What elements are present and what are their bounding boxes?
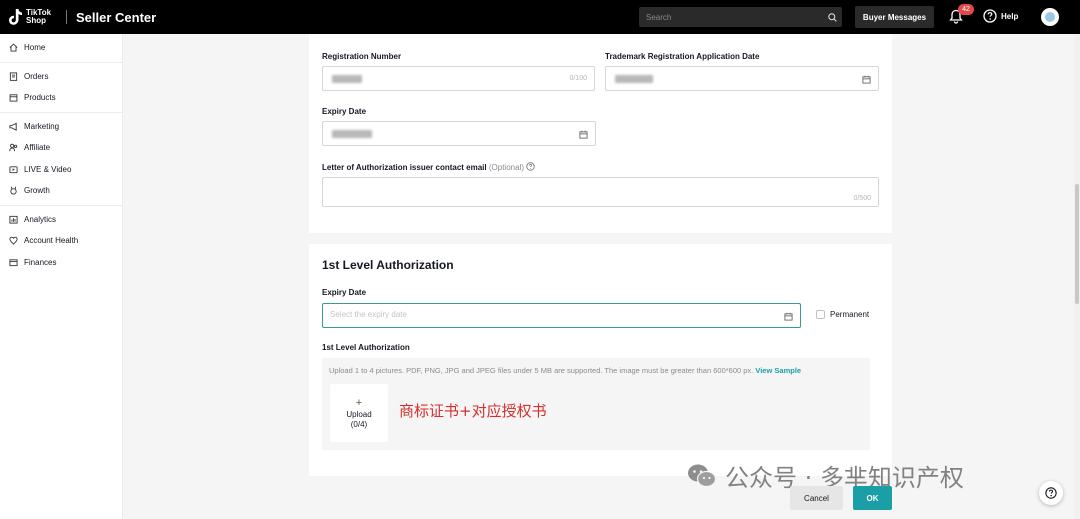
tiktok-shop-logo[interactable]: TikTok Shop: [9, 9, 60, 25]
health-icon: [9, 236, 18, 245]
calendar-icon: [784, 312, 793, 321]
notification-badge: 42: [958, 4, 974, 15]
redacted-value: [332, 74, 362, 83]
sidebar-group: Home: [0, 34, 122, 63]
help-fab[interactable]: [1039, 481, 1063, 505]
sidebar-item-home[interactable]: Home: [0, 37, 122, 59]
info-question-icon[interactable]: [526, 162, 535, 171]
sidebar-item-analytics[interactable]: Analytics: [0, 209, 122, 231]
affiliate-icon: [9, 144, 18, 152]
checkbox-box[interactable]: [816, 310, 825, 319]
auth-expiry-date-input[interactable]: [330, 310, 750, 319]
avatar[interactable]: [1041, 8, 1059, 26]
home-icon: [9, 43, 18, 52]
calendar-icon: [862, 75, 871, 84]
top-bar: TikTok Shop Seller Center Buyer Messages…: [0, 0, 1080, 34]
plus-icon: +: [355, 396, 363, 409]
video-icon: [9, 166, 18, 173]
loa-email-label: Letter of Authorization issuer contact e…: [322, 162, 535, 172]
search-box: [639, 7, 842, 27]
sidebar-item-orders[interactable]: Orders: [0, 66, 122, 88]
auth-expiry-date-label: Expiry Date: [322, 288, 367, 297]
sidebar-item-account-health[interactable]: Account Health: [0, 230, 122, 252]
avatar-image: [1045, 12, 1055, 22]
upload-section-label: 1st Level Authorization: [322, 343, 410, 352]
registration-number-label: Registration Number: [322, 52, 402, 61]
wallet-icon: [9, 259, 18, 266]
buyer-messages-button[interactable]: Buyer Messages: [855, 6, 934, 28]
auth-expiry-date-picker[interactable]: [322, 303, 801, 328]
help-button[interactable]: Help: [983, 9, 1018, 23]
logo-text: TikTok Shop: [26, 8, 52, 25]
sidebar-item-live-video[interactable]: LIVE & Video: [0, 159, 122, 181]
application-date-picker[interactable]: [605, 66, 879, 91]
redacted-value: [332, 129, 372, 138]
redacted-value: [615, 74, 653, 83]
upload-label: Upload: [346, 409, 372, 419]
upload-hint: Upload 1 to 4 pictures. PDF, PNG, JPG an…: [329, 366, 801, 375]
scroll-thumb[interactable]: [1075, 184, 1079, 304]
loa-email-label-text: Letter of Authorization issuer contact e…: [322, 163, 487, 172]
scrollbar[interactable]: [1074, 34, 1080, 519]
sidebar-item-label: Marketing: [24, 121, 60, 131]
registration-number-input[interactable]: 0/100: [322, 66, 595, 91]
sidebar-item-label: Home: [24, 43, 46, 53]
sidebar-group: Analytics Account Health Finances: [0, 206, 122, 277]
upload-count: (0/4): [350, 419, 368, 429]
registration-number-counter: 0/100: [569, 75, 587, 82]
permanent-label: Permanent: [830, 310, 870, 319]
upload-button[interactable]: + Upload (0/4): [330, 384, 388, 442]
loa-email-textarea[interactable]: 0/500: [322, 177, 879, 207]
ok-button[interactable]: OK: [853, 486, 892, 510]
tiktok-logo-icon: [9, 9, 23, 25]
search-icon[interactable]: [822, 7, 842, 27]
expiry-date-picker[interactable]: [322, 121, 596, 146]
sidebar: Home Orders Products Marketing Affiliate…: [0, 34, 123, 519]
sidebar-group: Marketing Affiliate LIVE & Video Growth: [0, 113, 122, 206]
optional-tag: (Optional): [488, 163, 524, 172]
help-label: Help: [1001, 11, 1019, 21]
watermark-text: 公众号 · 多芈知识产权: [725, 464, 964, 492]
cancel-button[interactable]: Cancel: [790, 486, 843, 510]
help-circle-icon: [1045, 487, 1057, 499]
expiry-date-label: Expiry Date: [322, 107, 367, 116]
sidebar-item-label: Orders: [24, 71, 49, 81]
app-title: Seller Center: [76, 9, 157, 25]
chart-icon: [9, 215, 18, 224]
sidebar-item-label: Account Health: [24, 236, 79, 246]
sidebar-item-marketing[interactable]: Marketing: [0, 116, 122, 138]
upload-hint-text: Upload 1 to 4 pictures. PDF, PNG, JPG an…: [329, 366, 754, 375]
sidebar-item-label: Analytics: [24, 214, 57, 224]
permanent-checkbox[interactable]: Permanent: [816, 310, 869, 319]
sidebar-item-affiliate[interactable]: Affiliate: [0, 137, 122, 159]
sidebar-item-growth[interactable]: Growth: [0, 180, 122, 202]
medal-icon: [10, 186, 17, 195]
calendar-icon: [579, 130, 588, 139]
sidebar-item-label: LIVE & Video: [24, 164, 72, 174]
search-input[interactable]: [639, 12, 822, 22]
sidebar-item-label: Finances: [24, 257, 57, 267]
sidebar-item-finances[interactable]: Finances: [0, 252, 122, 274]
sidebar-item-products[interactable]: Products: [0, 87, 122, 109]
wechat-icon: [688, 464, 717, 487]
view-sample-link[interactable]: View Sample: [755, 366, 801, 375]
authorization-card: 1st Level Authorization Expiry Date Perm…: [309, 244, 892, 476]
logo-divider: [66, 10, 67, 24]
help-circle-icon: [983, 9, 997, 23]
megaphone-icon: [9, 122, 17, 131]
sidebar-group: Orders Products: [0, 63, 122, 113]
sidebar-item-label: Affiliate: [24, 143, 51, 153]
sidebar-item-label: Growth: [24, 186, 50, 196]
application-date-label: Trademark Registration Application Date: [605, 52, 760, 61]
section-title: 1st Level Authorization: [322, 258, 454, 272]
products-icon: [9, 94, 18, 102]
orders-icon: [9, 72, 18, 81]
upload-area: Upload 1 to 4 pictures. PDF, PNG, JPG an…: [322, 358, 870, 450]
sidebar-item-label: Products: [24, 93, 56, 103]
trademark-info-card: Registration Number 0/100 Trademark Regi…: [309, 34, 892, 233]
loa-email-counter: 0/500: [853, 195, 871, 202]
annotation-text: 商标证书+对应授权书: [399, 402, 547, 420]
